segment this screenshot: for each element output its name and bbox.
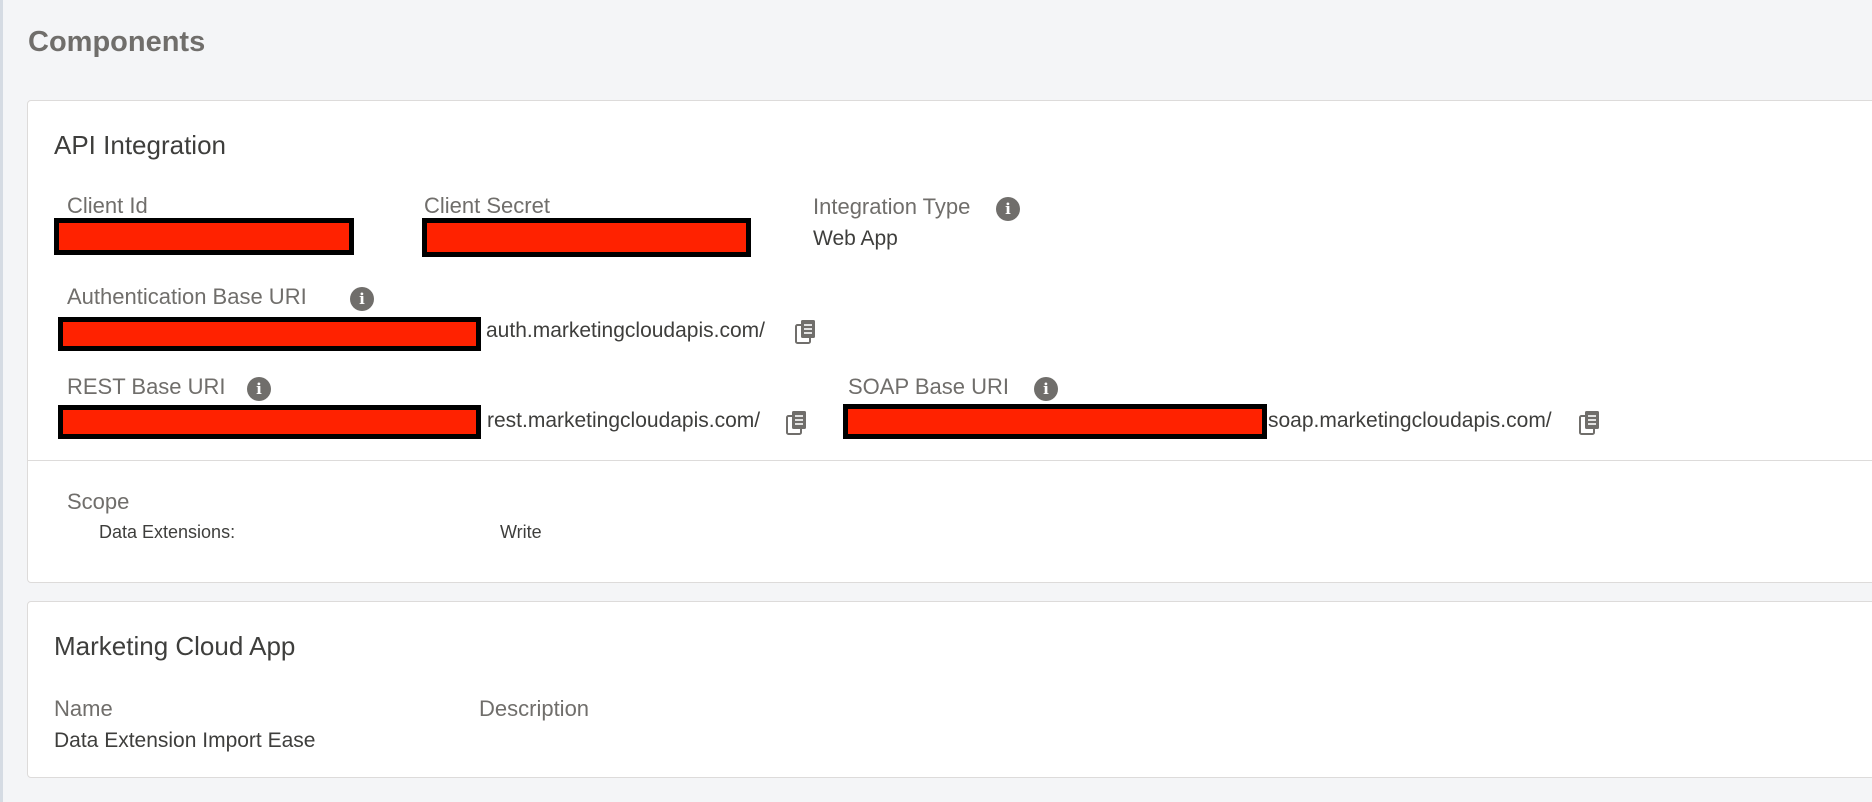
info-icon[interactable]: i: [247, 377, 271, 401]
api-integration-card: API Integration Client Id Client Secret …: [27, 100, 1872, 583]
soap-base-uri-redaction: [843, 404, 1267, 439]
auth-base-uri-label: Authentication Base URI: [67, 284, 307, 309]
card-title-api-integration: API Integration: [54, 130, 226, 160]
auth-base-uri-suffix: auth.marketingcloudapis.com/: [486, 319, 765, 342]
rest-base-uri-label: REST Base URI: [67, 374, 226, 399]
marketing-cloud-app-card: Marketing Cloud App Name Description Dat…: [27, 601, 1872, 778]
name-label: Name: [54, 696, 113, 721]
scope-item-name: Data Extensions:: [99, 522, 236, 542]
scope-label: Scope: [67, 489, 130, 514]
integration-type-value: Web App: [813, 227, 898, 250]
left-border: [0, 0, 3, 802]
client-id-label: Client Id: [67, 193, 148, 218]
soap-base-uri-suffix: soap.marketingcloudapis.com/: [1268, 409, 1552, 432]
auth-base-uri-redaction: [58, 317, 481, 351]
info-icon[interactable]: i: [1034, 377, 1058, 401]
section-divider: [28, 460, 1872, 461]
info-icon[interactable]: i: [996, 197, 1020, 221]
description-label: Description: [479, 696, 590, 721]
client-secret-label: Client Secret: [424, 193, 550, 218]
copy-icon[interactable]: [1579, 410, 1601, 436]
integration-type-label: Integration Type: [813, 194, 971, 219]
rest-base-uri-suffix: rest.marketingcloudapis.com/: [487, 409, 761, 432]
copy-icon[interactable]: [786, 410, 808, 436]
page-title: Components: [28, 26, 206, 58]
client-id-redaction: [54, 218, 354, 255]
rest-base-uri-redaction: [58, 405, 481, 439]
app-name-value: Data Extension Import Ease: [54, 729, 316, 752]
scope-item-permission: Write: [500, 522, 542, 542]
card-title-marketing-cloud-app: Marketing Cloud App: [54, 631, 296, 661]
client-secret-redaction: [422, 218, 751, 257]
info-icon[interactable]: i: [350, 287, 374, 311]
soap-base-uri-label: SOAP Base URI: [848, 374, 1009, 399]
copy-icon[interactable]: [795, 319, 817, 345]
